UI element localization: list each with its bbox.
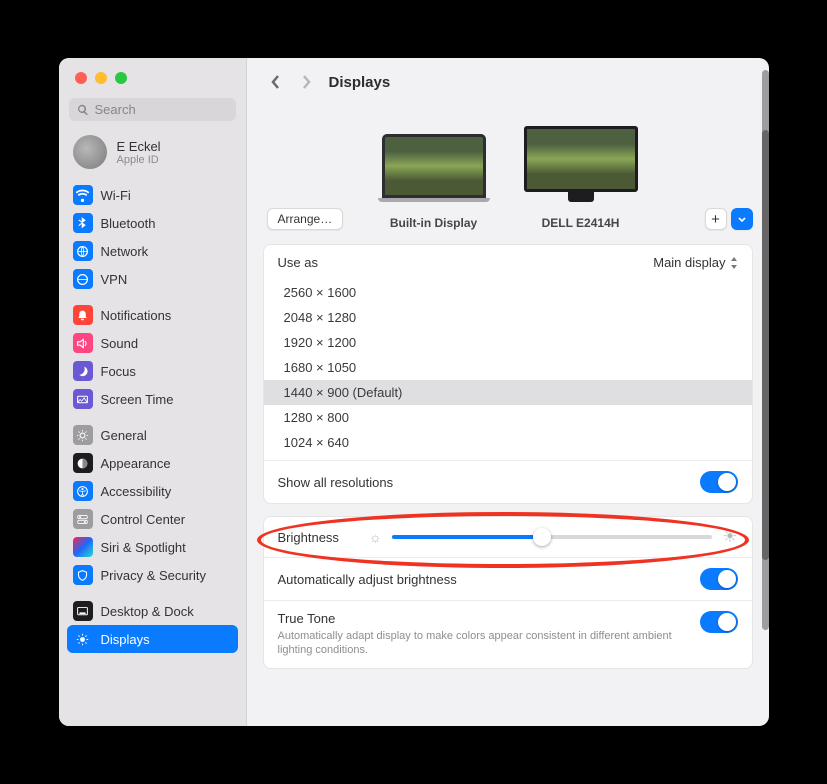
vpn-icon bbox=[73, 269, 93, 289]
notifications-icon bbox=[73, 305, 93, 325]
sidebar-item-sound[interactable]: Sound bbox=[67, 329, 238, 357]
privacy-security-icon bbox=[73, 565, 93, 585]
truetone-desc: Automatically adapt display to make colo… bbox=[278, 629, 688, 658]
resolution-panel: Use as Main display 2560 × 16002048 × 12… bbox=[263, 244, 753, 504]
display-label: Built-in Display bbox=[390, 216, 477, 230]
avatar bbox=[73, 135, 107, 169]
sidebar-item-network[interactable]: Network bbox=[67, 237, 238, 265]
resolution-option[interactable]: 1680 × 1050 bbox=[264, 355, 752, 380]
add-display-button[interactable]: + bbox=[705, 208, 727, 230]
sidebar-item-appearance[interactable]: Appearance bbox=[67, 449, 238, 477]
displays-icon bbox=[73, 629, 93, 649]
brightness-panel: Brightness ☼ ☀ Automatically adjust brig… bbox=[263, 516, 753, 669]
display-external[interactable]: DELL E2414H bbox=[524, 126, 638, 230]
resolution-list: 2560 × 16002048 × 12801920 × 12001680 × … bbox=[264, 280, 752, 460]
general-icon bbox=[73, 425, 93, 445]
resolution-option[interactable]: 1920 × 1200 bbox=[264, 330, 752, 355]
sidebar-item-siri-spotlight[interactable]: Siri & Spotlight bbox=[67, 533, 238, 561]
brightness-row: Brightness ☼ ☀ bbox=[264, 517, 752, 557]
sidebar-item-desktop-dock[interactable]: Desktop & Dock bbox=[67, 597, 238, 625]
sidebar-item-general[interactable]: General bbox=[67, 421, 238, 449]
sidebar-item-wi-fi[interactable]: Wi-Fi bbox=[67, 181, 238, 209]
arrange-button[interactable]: Arrange… bbox=[267, 208, 344, 230]
wi-fi-icon bbox=[73, 185, 93, 205]
back-button[interactable] bbox=[265, 70, 287, 94]
search-icon bbox=[77, 104, 89, 116]
appearance-icon bbox=[73, 453, 93, 473]
screen-time-icon bbox=[73, 389, 93, 409]
sidebar: Search E Eckel Apple ID Wi-FiBluetoothNe… bbox=[59, 58, 247, 726]
minimize-button[interactable] bbox=[95, 72, 107, 84]
main-scrollbar[interactable] bbox=[762, 70, 769, 714]
user-sub: Apple ID bbox=[117, 154, 161, 166]
focus-icon bbox=[73, 361, 93, 381]
display-menu-button[interactable] bbox=[731, 208, 753, 230]
traffic-lights bbox=[59, 58, 246, 94]
bluetooth-icon bbox=[73, 213, 93, 233]
user-name: E Eckel bbox=[117, 139, 161, 154]
use-as-value: Main display bbox=[653, 255, 725, 270]
truetone-label: True Tone bbox=[278, 611, 688, 626]
sound-icon bbox=[73, 333, 93, 353]
sidebar-item-screen-time[interactable]: Screen Time bbox=[67, 385, 238, 413]
use-as-label: Use as bbox=[278, 255, 318, 270]
show-all-toggle[interactable] bbox=[700, 471, 738, 493]
display-label: DELL E2414H bbox=[542, 216, 620, 230]
resolution-option[interactable]: 1024 × 640 bbox=[264, 430, 752, 455]
updown-icon bbox=[730, 257, 738, 269]
search-placeholder: Search bbox=[95, 102, 136, 117]
desktop-dock-icon bbox=[73, 601, 93, 621]
show-all-row: Show all resolutions bbox=[264, 460, 752, 503]
header: Displays bbox=[247, 58, 769, 102]
brightness-slider[interactable] bbox=[392, 535, 712, 539]
system-settings-window: Search E Eckel Apple ID Wi-FiBluetoothNe… bbox=[59, 58, 769, 726]
siri-spotlight-icon bbox=[73, 537, 93, 557]
control-center-icon bbox=[73, 509, 93, 529]
sidebar-item-focus[interactable]: Focus bbox=[67, 357, 238, 385]
sun-large-icon: ☀ bbox=[722, 527, 737, 547]
display-chooser: Arrange… Built-in Display DELL E2414H + bbox=[247, 122, 769, 230]
accessibility-icon bbox=[73, 481, 93, 501]
use-as-row[interactable]: Use as Main display bbox=[264, 245, 752, 280]
resolution-option[interactable]: 1280 × 800 bbox=[264, 405, 752, 430]
resolution-option[interactable]: 2560 × 1600 bbox=[264, 280, 752, 305]
truetone-toggle[interactable] bbox=[700, 611, 738, 633]
sun-small-icon: ☼ bbox=[369, 529, 382, 545]
close-button[interactable] bbox=[75, 72, 87, 84]
main-pane: Displays Arrange… Built-in Display DELL … bbox=[247, 58, 769, 726]
sidebar-item-accessibility[interactable]: Accessibility bbox=[67, 477, 238, 505]
auto-brightness-toggle[interactable] bbox=[700, 568, 738, 590]
sidebar-item-notifications[interactable]: Notifications bbox=[67, 301, 238, 329]
resolution-option[interactable]: 1440 × 900 (Default) bbox=[264, 380, 752, 405]
settings-content: Use as Main display 2560 × 16002048 × 12… bbox=[247, 230, 769, 726]
brightness-label: Brightness bbox=[278, 530, 339, 545]
sidebar-item-privacy-security[interactable]: Privacy & Security bbox=[67, 561, 238, 589]
truetone-row: True Tone Automatically adapt display to… bbox=[264, 600, 752, 668]
network-icon bbox=[73, 241, 93, 261]
sidebar-item-vpn[interactable]: VPN bbox=[67, 265, 238, 293]
forward-button[interactable] bbox=[295, 70, 317, 94]
resolution-option[interactable]: 2048 × 1280 bbox=[264, 305, 752, 330]
show-all-label: Show all resolutions bbox=[278, 475, 394, 490]
sidebar-item-displays[interactable]: Displays bbox=[67, 625, 238, 653]
sidebar-item-control-center[interactable]: Control Center bbox=[67, 505, 238, 533]
page-title: Displays bbox=[329, 74, 391, 91]
auto-brightness-row: Automatically adjust brightness bbox=[264, 557, 752, 600]
sidebar-item-bluetooth[interactable]: Bluetooth bbox=[67, 209, 238, 237]
auto-brightness-label: Automatically adjust brightness bbox=[278, 572, 457, 587]
display-builtin[interactable]: Built-in Display bbox=[378, 134, 490, 230]
search-input[interactable]: Search bbox=[69, 98, 236, 121]
apple-id-row[interactable]: E Eckel Apple ID bbox=[59, 131, 246, 181]
sidebar-list: Wi-FiBluetoothNetworkVPN NotificationsSou… bbox=[59, 181, 246, 726]
zoom-button[interactable] bbox=[115, 72, 127, 84]
